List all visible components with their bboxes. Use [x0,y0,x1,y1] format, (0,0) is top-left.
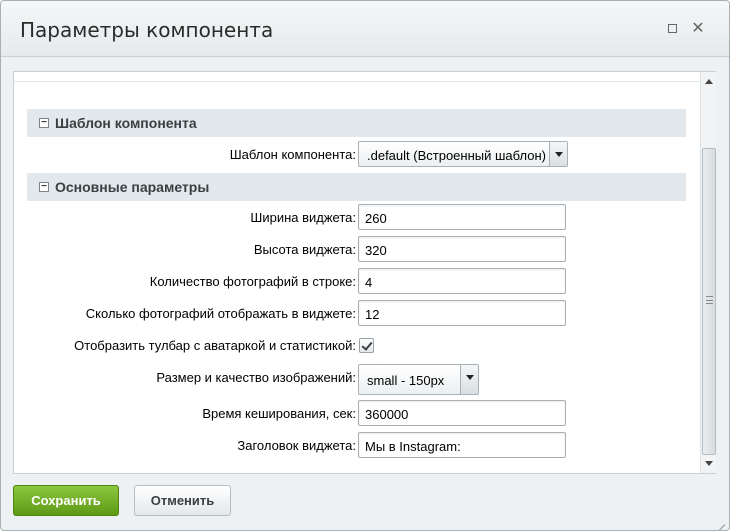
vertical-scrollbar[interactable] [700,72,716,473]
section-header-template[interactable]: − Шаблон компонента [27,109,686,137]
collapse-icon[interactable]: − [39,182,49,192]
cache-time-input[interactable]: 360000 [358,400,566,426]
dialog-footer: Сохранить Отменить [1,475,729,530]
cache-time-label: Время кеширования, сек: [202,406,356,421]
widget-height-label: Высота виджета: [253,242,356,257]
scrollbar-thumb[interactable] [702,148,716,455]
save-button[interactable]: Сохранить [13,485,119,516]
dialog-title: Параметры компонента [20,18,274,42]
widget-width-label: Ширина виджета: [250,210,356,225]
scroll-down-icon[interactable] [701,457,717,471]
photos-total-input[interactable]: 12 [358,300,566,326]
scroll-up-icon[interactable] [701,74,717,88]
show-toolbar-label: Отобразить тулбар с аватаркой и статисти… [74,338,356,353]
image-size-select-value: small - 150px [367,373,445,388]
cancel-button[interactable]: Отменить [134,485,231,516]
chevron-down-icon[interactable] [460,365,478,394]
template-select[interactable]: .default (Встроенный шаблон) [358,141,568,167]
widget-width-input[interactable]: 260 [358,204,566,230]
resize-handle-icon[interactable] [713,514,725,526]
widget-height-input[interactable]: 320 [358,236,566,262]
photos-total-label: Сколько фотографий отображать в виджете: [85,306,356,321]
template-label: Шаблон компонента: [229,147,356,162]
collapse-icon[interactable]: − [39,118,49,128]
maximize-icon[interactable] [665,22,679,36]
section-title-template: Шаблон компонента [55,115,197,131]
component-parameters-dialog: Параметры компонента ✕ − Шаблон компонен… [0,0,730,531]
parameters-form: − Шаблон компонента Шаблон компонента: .… [14,72,700,473]
widget-header-input[interactable]: Мы в Instagram: [358,432,566,458]
content-top-strip [14,72,700,82]
section-title-main: Основные параметры [55,179,210,195]
close-icon[interactable]: ✕ [691,21,705,37]
show-toolbar-checkbox[interactable] [359,338,374,353]
template-select-value: .default (Встроенный шаблон) [367,148,546,163]
widget-header-label: Заголовок виджета: [237,438,356,453]
grip-icon [706,296,713,304]
section-header-main[interactable]: − Основные параметры [27,173,686,201]
dialog-content: − Шаблон компонента Шаблон компонента: .… [13,71,716,474]
image-size-label: Размер и качество изображений: [156,370,356,385]
chevron-down-icon[interactable] [549,142,567,166]
photos-per-row-label: Количество фотографий в строке: [149,274,356,289]
dialog-titlebar[interactable]: Параметры компонента ✕ [1,1,729,57]
image-size-select[interactable]: small - 150px [358,364,479,395]
photos-per-row-input[interactable]: 4 [358,268,566,294]
